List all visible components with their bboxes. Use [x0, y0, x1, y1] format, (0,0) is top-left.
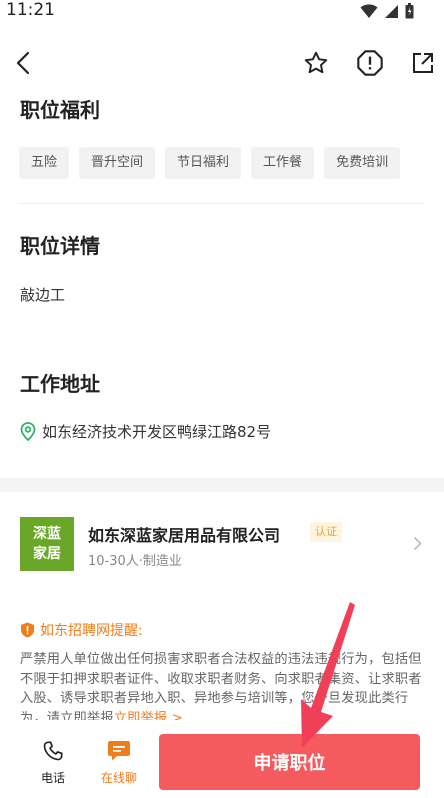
- benefit-tag: 工作餐: [251, 147, 315, 179]
- warning-title: 如东招聘网提醒:: [40, 623, 143, 639]
- chat-label: 在线聊: [100, 771, 137, 785]
- benefit-tag: 五险: [19, 147, 70, 179]
- share-button[interactable]: [408, 48, 438, 78]
- share-icon: [413, 53, 433, 73]
- benefit-tag: 晋升空间: [79, 147, 156, 179]
- company-meta: 10-30人·制造业: [88, 554, 182, 569]
- company-logo-line1: 深蓝: [33, 526, 61, 542]
- phone-icon: [43, 741, 63, 761]
- status-time: 11:21: [6, 0, 55, 20]
- online-chat-button[interactable]: 在线聊: [84, 740, 154, 786]
- warning-text: 严禁用人单位做出任何损害求职者合法权益的违法违规行为，包括但不限于扣押求职者证件…: [20, 650, 428, 728]
- nav-bar: [0, 40, 444, 86]
- status-bar: 11:21: [0, 0, 444, 26]
- divider: [20, 203, 424, 204]
- company-logo-line2: 家居: [33, 546, 61, 562]
- wifi-icon: [360, 3, 378, 18]
- warning-header: 如东招聘网提醒:: [20, 620, 143, 640]
- job-detail-text: 敲边工: [20, 286, 66, 304]
- apply-button[interactable]: 申请职位: [159, 734, 420, 790]
- warning-icon: [357, 50, 383, 76]
- benefit-tag: 免费培训: [324, 147, 401, 179]
- details-title: 职位详情: [20, 234, 100, 258]
- section-separator: [0, 478, 444, 492]
- verified-badge: 认证: [310, 522, 342, 542]
- company-name: 如东深蓝家居用品有限公司: [88, 526, 281, 545]
- chevron-left-icon: [16, 51, 30, 75]
- favorite-button[interactable]: [301, 48, 331, 78]
- shield-icon: [21, 622, 34, 638]
- phone-label: 电话: [40, 771, 65, 785]
- company-card[interactable]: 深蓝 家居 如东深蓝家居用品有限公司 认证 10-30人·制造业: [0, 492, 444, 592]
- chat-icon: [108, 741, 130, 761]
- address-row[interactable]: 如东经济技术开发区鸭绿江路82号: [20, 421, 271, 442]
- status-icons: [360, 3, 414, 19]
- report-button[interactable]: [355, 48, 385, 78]
- benefits-tags: 五险 晋升空间 节日福利 工作餐 免费培训: [19, 147, 401, 179]
- company-logo: 深蓝 家居: [20, 517, 74, 571]
- benefit-tag: 节日福利: [165, 147, 242, 179]
- warning-body: 严禁用人单位做出任何损害求职者合法权益的违法违规行为，包括但不限于扣押求职者证件…: [20, 652, 422, 726]
- star-icon: [304, 51, 328, 74]
- phone-button[interactable]: 电话: [18, 740, 88, 786]
- signal-icon: [385, 4, 398, 18]
- bottom-bar: 电话 在线聊 申请职位: [0, 720, 444, 798]
- address-title: 工作地址: [20, 372, 100, 396]
- back-button[interactable]: [8, 48, 38, 78]
- benefits-title: 职位福利: [20, 98, 100, 122]
- location-pin-icon: [20, 422, 36, 441]
- battery-icon: [405, 3, 414, 19]
- address-text: 如东经济技术开发区鸭绿江路82号: [42, 423, 272, 441]
- chevron-right-icon: [413, 536, 422, 551]
